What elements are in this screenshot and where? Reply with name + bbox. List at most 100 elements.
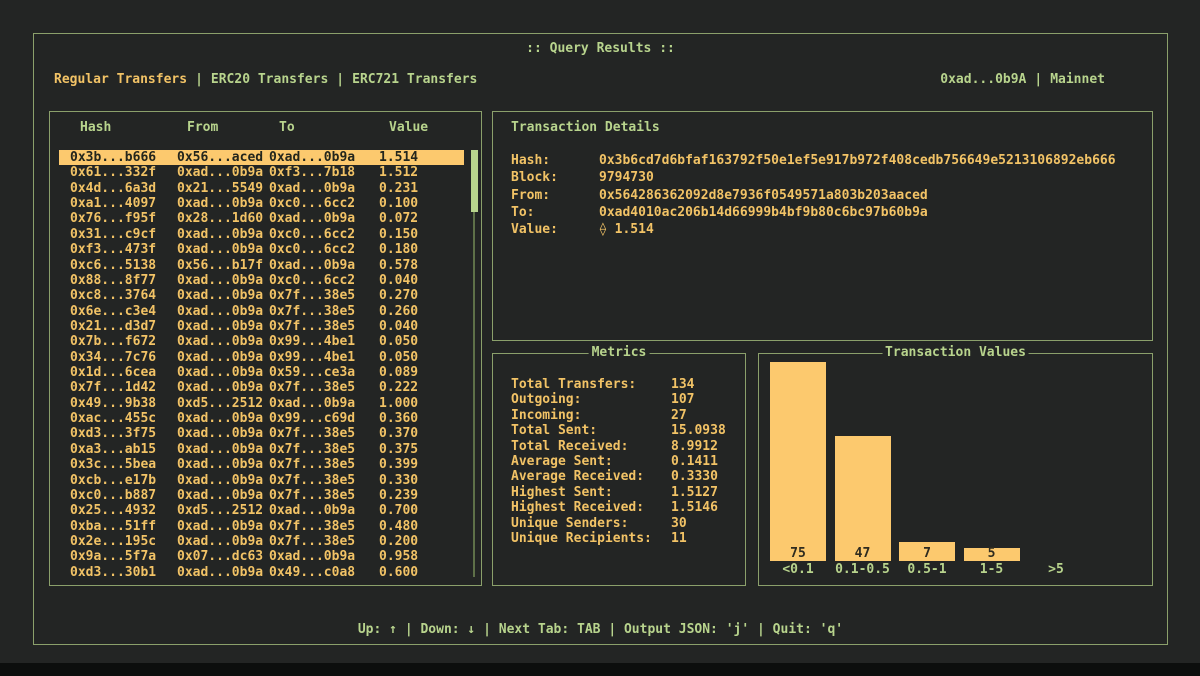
cell-value: 0.100 [379,196,464,211]
table-row[interactable]: 0x4d...6a3d0x21...55490xad...0b9a0.231 [59,181,464,196]
metric-label: Total Sent: [511,423,671,438]
tab-erc721-transfers[interactable]: ERC721 Transfers [352,72,477,87]
table-row[interactable]: 0x25...49320xd5...25120xad...0b9a0.700 [59,503,464,518]
x-axis-label: <0.1 [782,562,813,578]
metrics-title: Metrics [589,345,650,360]
tab-erc20-transfers[interactable]: ERC20 Transfers [211,72,328,87]
cell-value: 1.514 [379,150,464,165]
metric-value: 134 [671,377,739,392]
cell-from: 0xad...0b9a [177,242,269,257]
cell-to: 0xc0...6cc2 [269,227,379,242]
table-row[interactable]: 0x21...d3d70xad...0b9a0x7f...38e50.040 [59,319,464,334]
cell-hash: 0x2e...195c [70,534,177,549]
detail-field-label: From: [511,187,599,204]
cell-from: 0xad...0b9a [177,411,269,426]
chart-bar: 47 [835,436,891,561]
detail-field-label: Value: [511,221,599,238]
table-row[interactable]: 0xd3...30b10xad...0b9a0x49...c0a80.600 [59,565,464,580]
cell-from: 0xad...0b9a [177,488,269,503]
scrollbar-thumb[interactable] [471,150,478,212]
cell-value: 0.260 [379,304,464,319]
metric-label: Total Transfers: [511,377,671,392]
table-row[interactable]: 0xc0...b8870xad...0b9a0x7f...38e50.239 [59,488,464,503]
cell-hash: 0x3b...b666 [70,150,177,165]
table-row[interactable]: 0xf3...473f0xad...0b9a0xc0...6cc20.180 [59,242,464,257]
cell-from: 0x56...aced [177,150,269,165]
cell-hash: 0xc0...b887 [70,488,177,503]
cell-to: 0x7f...38e5 [269,473,379,488]
cell-hash: 0xd3...3f75 [70,426,177,441]
cell-to: 0x99...c69d [269,411,379,426]
cell-value: 0.180 [379,242,464,257]
table-row[interactable]: 0xa3...ab150xad...0b9a0x7f...38e50.375 [59,442,464,457]
scrollbar-track[interactable] [473,150,475,577]
cell-to: 0x7f...38e5 [269,534,379,549]
cell-to: 0xad...0b9a [269,549,379,564]
table-row[interactable]: 0x3b...b6660x56...aced0xad...0b9a1.514 [59,150,464,165]
table-row[interactable]: 0x7b...f6720xad...0b9a0x99...4be10.050 [59,334,464,349]
cell-value: 0.578 [379,258,464,273]
cell-from: 0xad...0b9a [177,365,269,380]
cell-from: 0xad...0b9a [177,457,269,472]
cell-hash: 0x31...c9cf [70,227,177,242]
table-row[interactable]: 0x61...332f0xad...0b9a0xf3...7b181.512 [59,165,464,180]
table-row[interactable]: 0x9a...5f7a0x07...dc630xad...0b9a0.958 [59,549,464,564]
cell-hash: 0xac...455c [70,411,177,426]
cell-hash: 0xd3...30b1 [70,565,177,580]
tab-regular-transfers[interactable]: Regular Transfers [54,72,187,87]
x-axis-label: 0.5-1 [907,562,946,578]
metric-item: Average Sent:0.1411 [511,454,739,469]
metric-value: 8.9912 [671,439,739,454]
cell-to: 0x49...c0a8 [269,565,379,580]
table-row[interactable]: 0x88...8f770xad...0b9a0xc0...6cc20.040 [59,273,464,288]
cell-to: 0x7f...38e5 [269,288,379,303]
metric-value: 27 [671,408,739,423]
cell-value: 0.239 [379,488,464,503]
detail-field-label: To: [511,204,599,221]
detail-field-value: 0x564286362092d8e7936f0549571a803b203aac… [599,187,928,204]
x-axis-label: 1-5 [980,562,1003,578]
cell-hash: 0x1d...6cea [70,365,177,380]
metric-value: 11 [671,531,739,546]
cell-value: 0.040 [379,273,464,288]
table-row[interactable]: 0x34...7c760xad...0b9a0x99...4be10.050 [59,350,464,365]
table-row[interactable]: 0x49...9b380xd5...25120xad...0b9a1.000 [59,396,464,411]
table-row[interactable]: 0xc6...51380x56...b17f0xad...0b9a0.578 [59,258,464,273]
column-header-value: Value [389,120,481,136]
table-row[interactable]: 0xba...51ff0xad...0b9a0x7f...38e50.480 [59,519,464,534]
cell-hash: 0x25...4932 [70,503,177,518]
cell-value: 0.370 [379,426,464,441]
cell-value: 0.050 [379,334,464,349]
table-row[interactable]: 0xc8...37640xad...0b9a0x7f...38e50.270 [59,288,464,303]
tab-separator: | [328,72,352,87]
x-axis-label: 0.1-0.5 [835,562,890,578]
cell-value: 0.600 [379,565,464,580]
chart-bar-slot: 70.5-1 [899,542,955,578]
cell-value: 0.072 [379,211,464,226]
table-row[interactable]: 0xa1...40970xad...0b9a0xc0...6cc20.100 [59,196,464,211]
table-row[interactable]: 0x31...c9cf0xad...0b9a0xc0...6cc20.150 [59,227,464,242]
cell-from: 0xad...0b9a [177,227,269,242]
wallet-network-info: 0xad...0b9A|Mainnet [940,72,1105,88]
cell-to: 0xad...0b9a [269,503,379,518]
table-header: Hash From To Value [59,120,481,136]
wallet-separator: | [1026,72,1050,87]
table-row[interactable]: 0x7f...1d420xad...0b9a0x7f...38e50.222 [59,380,464,395]
table-row[interactable]: 0xac...455c0xad...0b9a0x99...c69d0.360 [59,411,464,426]
metric-label: Outgoing: [511,392,671,407]
table-row[interactable]: 0x76...f95f0x28...1d600xad...0b9a0.072 [59,211,464,226]
cell-value: 0.040 [379,319,464,334]
table-row[interactable]: 0x2e...195c0xad...0b9a0x7f...38e50.200 [59,534,464,549]
table-row[interactable]: 0x6e...c3e40xad...0b9a0x7f...38e50.260 [59,304,464,319]
wallet-address: 0xad...0b9A [940,72,1026,87]
metric-value: 0.1411 [671,454,739,469]
table-row[interactable]: 0xcb...e17b0xad...0b9a0x7f...38e50.330 [59,473,464,488]
cell-value: 0.050 [379,350,464,365]
detail-field-value: 0xad4010ac206b14d66999b4bf9b80c6bc97b60b… [599,204,928,221]
table-row[interactable]: 0x3c...5bea0xad...0b9a0x7f...38e50.399 [59,457,464,472]
table-row[interactable]: 0x1d...6cea0xad...0b9a0x59...ce3a0.089 [59,365,464,380]
detail-field-value: 0x3b6cd7d6bfaf163792f50e1ef5e917b972f408… [599,152,1116,169]
cell-from: 0xad...0b9a [177,196,269,211]
metric-item: Total Transfers:134 [511,377,739,392]
table-row[interactable]: 0xd3...3f750xad...0b9a0x7f...38e50.370 [59,426,464,441]
